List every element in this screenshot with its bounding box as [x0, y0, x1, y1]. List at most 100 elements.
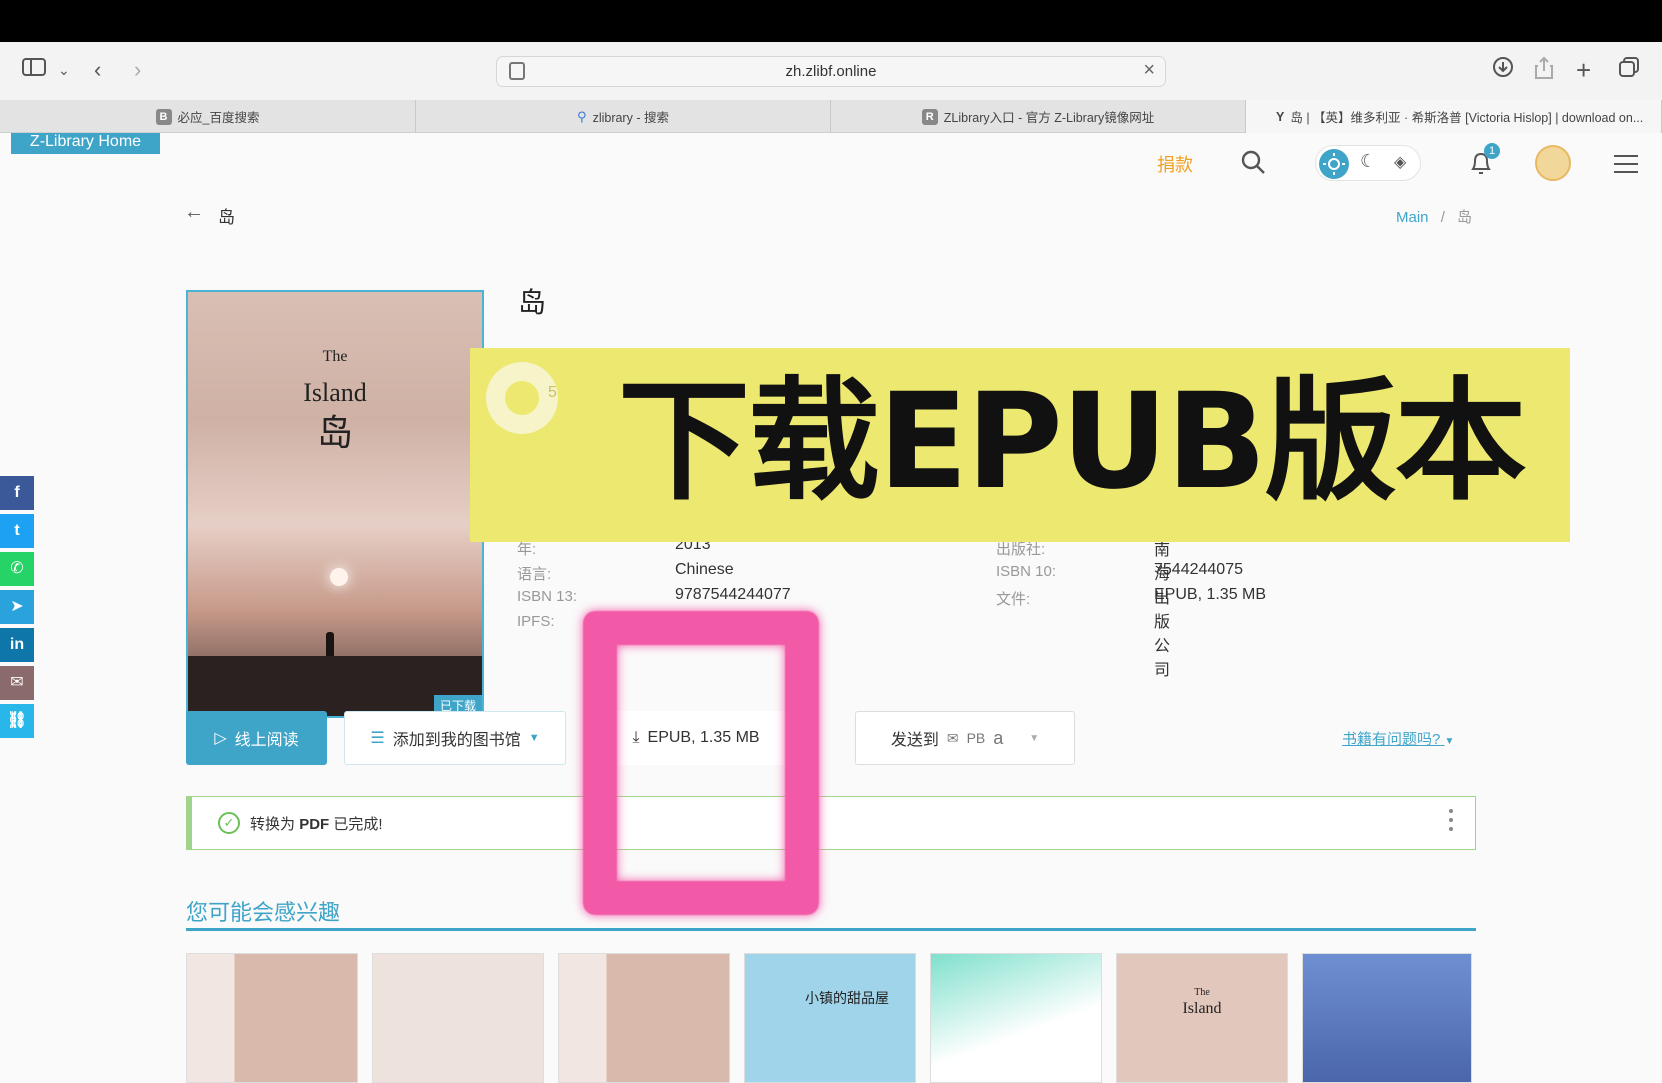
z-library-home-button[interactable]: Z-Library Home: [11, 133, 160, 154]
mail-icon: ✉: [946, 729, 959, 746]
book-issue-link[interactable]: 书籍有问题吗? ▼: [1342, 728, 1454, 749]
cover-title-cn: 岛: [316, 413, 353, 453]
clear-url-icon[interactable]: ×: [1143, 59, 1155, 82]
copy-link-share-icon[interactable]: ⛓: [0, 704, 34, 738]
pocketbook-label: PB: [966, 730, 986, 746]
back-nav-icon[interactable]: ‹: [94, 56, 101, 84]
back-arrow-icon[interactable]: ←: [184, 201, 204, 224]
sidebar-toggle-icon[interactable]: [22, 56, 46, 84]
tab-label: 岛 | 【英】维多利亚 · 希斯洛普 [Victoria Hislop] | d…: [1290, 111, 1644, 125]
add-to-library-button[interactable]: ☰ 添加到我的图书馆 ▼: [344, 711, 566, 765]
tab-overview-icon[interactable]: [1618, 56, 1640, 85]
caret-down-icon: ▼: [528, 732, 540, 744]
conversion-alert: ✓ 转换为 PDF 已完成!: [186, 796, 1476, 850]
rec-title-the: The: [1194, 987, 1210, 998]
r-favicon-icon: R: [921, 108, 938, 125]
url-text[interactable]: zh.zlibf.online: [497, 63, 1165, 80]
meta-year-label: 年:: [517, 541, 537, 558]
tab-zlibrary-entry[interactable]: R ZLibrary入口 - 官方 Z-Library镜像网址: [831, 100, 1246, 133]
recommended-book-2[interactable]: [372, 953, 544, 1083]
address-bar[interactable]: zh.zlibf.online ×: [496, 56, 1166, 87]
hamburger-menu-icon[interactable]: [1614, 155, 1638, 179]
meta-isbn10-value: 7544244075: [1154, 561, 1243, 578]
search-icon[interactable]: [1240, 149, 1266, 180]
recommended-book-5[interactable]: [930, 953, 1102, 1083]
tab-label: zlibrary - 搜索: [592, 111, 669, 125]
facebook-share-icon[interactable]: f: [0, 476, 34, 510]
meta-file-value: EPUB, 1.35 MB: [1154, 586, 1267, 603]
avatar[interactable]: [1535, 145, 1571, 181]
meta-publisher-value: 南海出版公司: [1154, 542, 1171, 679]
send-to-button[interactable]: 发送到 ✉ PB a ▼: [855, 711, 1075, 765]
sun-icon[interactable]: [1319, 149, 1349, 179]
tab-zlibrary-search[interactable]: ⚲ zlibrary - 搜索: [416, 100, 831, 133]
recommendations-title: 您可能会感兴趣: [186, 900, 341, 925]
breadcrumb-separator: /: [1440, 209, 1445, 226]
tab-book-page[interactable]: Y 岛 | 【英】维多利亚 · 希斯洛普 [Victoria Hislop] |…: [1246, 100, 1662, 133]
notification-badge: 1: [1484, 143, 1500, 159]
linkedin-share-icon[interactable]: in: [0, 628, 34, 662]
tab-label: ZLibrary入口 - 官方 Z-Library镜像网址: [943, 111, 1155, 125]
page-title: 岛: [218, 208, 235, 227]
chevron-down-icon[interactable]: ⌄: [58, 56, 70, 84]
cover-title: The Island: [188, 348, 482, 408]
meta-isbn10: ISBN 10: 7544244075: [996, 561, 1243, 580]
conversion-prefix: 转换为: [250, 816, 296, 833]
check-circle-icon: ✓: [218, 812, 240, 834]
more-options-icon[interactable]: [1449, 809, 1453, 836]
tab-bar: B 必应_百度搜索 ⚲ zlibrary - 搜索 R ZLibrary入口 -…: [0, 100, 1662, 133]
page-content: Z-Library Home 捐款 ☾ ◈ 1 ← 岛 Main / 岛 The…: [0, 133, 1662, 1083]
forward-nav-icon[interactable]: ›: [134, 56, 141, 84]
donate-link[interactable]: 捐款: [1157, 151, 1193, 177]
send-to-label: 发送到: [890, 732, 939, 749]
conversion-suffix: 已完成!: [333, 816, 383, 833]
add-library-label: 添加到我的图书馆: [392, 732, 521, 749]
recommended-book-6[interactable]: The Island: [1116, 953, 1288, 1083]
recommended-book-4[interactable]: 小镇的甜品屋: [744, 953, 916, 1083]
conversion-format: PDF: [299, 816, 330, 833]
play-icon: ▷: [214, 730, 227, 747]
recommended-book-7[interactable]: [1302, 953, 1472, 1083]
recommended-book-1[interactable]: [186, 953, 358, 1083]
tab-bing[interactable]: B 必应_百度搜索: [0, 100, 416, 133]
screen-top-bar: [0, 0, 1662, 42]
share-icon[interactable]: [1534, 56, 1554, 87]
cover-sun: [330, 568, 348, 586]
overlay-banner: 5 下载EPUB版本: [470, 348, 1570, 542]
new-tab-icon[interactable]: +: [1576, 56, 1591, 84]
email-share-icon[interactable]: ✉: [0, 666, 34, 700]
tab-label: 必应_百度搜索: [177, 111, 260, 125]
telegram-share-icon[interactable]: ➤: [0, 590, 34, 624]
recommended-book-3[interactable]: [558, 953, 730, 1083]
meta-file: 文件: EPUB, 1.35 MB: [996, 586, 1266, 609]
meta-isbn13: ISBN 13: 9787544244077: [517, 586, 791, 605]
moon-icon[interactable]: ☾: [1360, 151, 1376, 172]
meta-language-value: Chinese: [675, 561, 734, 578]
meta-isbn13-value: 9787544244077: [675, 586, 791, 603]
breadcrumb-current: 岛: [1457, 209, 1473, 226]
y-favicon-icon: Y: [1276, 109, 1285, 124]
cover-title-island: Island: [303, 378, 367, 407]
book-cover[interactable]: The Island 岛 已下载: [186, 290, 484, 718]
meta-file-label: 文件:: [996, 591, 1031, 608]
search-icon: ⚲: [577, 108, 587, 124]
bing-favicon-icon: B: [155, 108, 172, 125]
meta-language-label: 语言:: [517, 566, 552, 583]
twitter-share-icon[interactable]: t: [0, 514, 34, 548]
caret-down-icon: ▼: [1029, 732, 1040, 744]
download-icon[interactable]: [1492, 56, 1514, 85]
rec-title-island: Island: [1182, 1000, 1222, 1017]
breadcrumb-main-link[interactable]: Main: [1396, 209, 1429, 226]
paint-bucket-icon[interactable]: ◈: [1394, 152, 1406, 172]
meta-isbn13-label: ISBN 13:: [517, 588, 578, 605]
amazon-icon: a: [993, 727, 1004, 748]
banner-small-text: 5: [548, 384, 557, 401]
meta-isbn10-label: ISBN 10:: [996, 563, 1057, 580]
bookshelf-icon: ☰: [370, 730, 385, 747]
recommended-book-4-title: 小镇的甜品屋: [805, 992, 889, 1007]
meta-ipfs: IPFS:: [517, 613, 555, 630]
meta-ipfs-label: IPFS:: [517, 613, 555, 630]
book-title: 岛: [518, 287, 547, 318]
whatsapp-share-icon[interactable]: ✆: [0, 552, 34, 586]
read-online-button[interactable]: ▷ 线上阅读: [186, 711, 327, 765]
